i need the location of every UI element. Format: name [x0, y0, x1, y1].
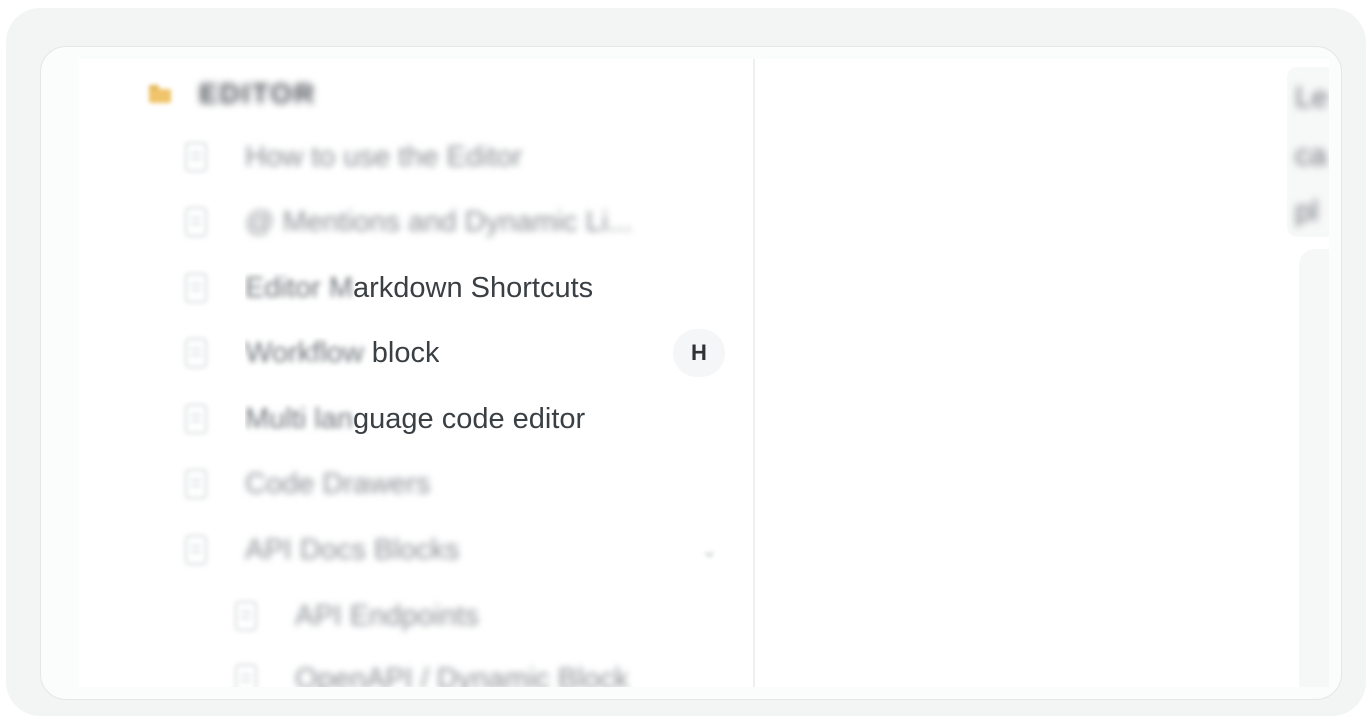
- sidebar-item-how-to-use-the-editor[interactable]: How to use the Editor: [185, 129, 741, 185]
- page-icon: [185, 535, 207, 565]
- sidebar-divider[interactable]: [753, 59, 755, 687]
- sidebar-item-openapi-dynamic-block[interactable]: OpenAPI / Dynamic Block: [235, 651, 741, 687]
- sidebar-item-label: OpenAPI / Dynamic Block: [295, 662, 629, 688]
- sidebar-item-multi-language-code-editor[interactable]: Multi language code editor: [185, 391, 741, 447]
- page-icon: [185, 469, 207, 499]
- page-icon: [185, 207, 207, 237]
- sidebar-item-api-docs-blocks[interactable]: API Docs Blocks ⌄: [185, 522, 741, 578]
- toc-item[interactable]: ca: [1295, 139, 1327, 173]
- folder-icon: [149, 85, 171, 103]
- page-icon: [185, 338, 207, 368]
- chevron-down-icon[interactable]: ⌄: [701, 538, 718, 563]
- page-icon: [185, 404, 207, 434]
- sidebar-item-label: Workflow block: [245, 336, 440, 369]
- page-icon: [185, 142, 207, 172]
- sidebar-item-editor-markdown-shortcuts[interactable]: Editor Markdown Shortcuts: [185, 260, 741, 316]
- sidebar-item-label: Editor Markdown Shortcuts: [245, 271, 594, 304]
- viewport: EDITOR ⌄ How to use the Editor @ Mention…: [79, 59, 1329, 687]
- sidebar-item-api-endpoints[interactable]: API Endpoints: [235, 588, 741, 644]
- sidebar-section-editor[interactable]: EDITOR ⌄: [139, 69, 778, 119]
- sidebar-item-label: How to use the Editor: [245, 140, 523, 173]
- table-of-contents: Le ca pl: [1287, 67, 1329, 237]
- page-icon: [235, 664, 257, 687]
- sidebar: EDITOR ⌄ How to use the Editor @ Mention…: [79, 59, 778, 687]
- sidebar-item-code-drawers[interactable]: Code Drawers: [185, 456, 741, 512]
- page-icon: [185, 273, 207, 303]
- right-panel-edge: [1299, 249, 1329, 687]
- section-title: EDITOR: [199, 78, 317, 109]
- sidebar-item-label: Code Drawers: [245, 467, 431, 500]
- outer-frame: EDITOR ⌄ How to use the Editor @ Mention…: [6, 8, 1366, 716]
- sidebar-item-label: API Docs Blocks: [245, 533, 460, 566]
- toc-item[interactable]: Le: [1295, 81, 1328, 115]
- sidebar-item-label: @ Mentions and Dynamic Li...: [245, 205, 633, 238]
- page-icon: [235, 601, 257, 631]
- content-pane: Le ca pl: [759, 59, 1329, 687]
- sidebar-item-workflow-block[interactable]: Workflow block H: [185, 325, 741, 381]
- toc-item[interactable]: pl: [1295, 195, 1318, 229]
- shortcut-badge: H: [673, 329, 725, 377]
- sidebar-item-label: Multi language code editor: [245, 402, 586, 435]
- app-window: EDITOR ⌄ How to use the Editor @ Mention…: [40, 46, 1342, 700]
- sidebar-item-label: API Endpoints: [295, 599, 479, 632]
- sidebar-item-mentions[interactable]: @ Mentions and Dynamic Li...: [185, 194, 741, 250]
